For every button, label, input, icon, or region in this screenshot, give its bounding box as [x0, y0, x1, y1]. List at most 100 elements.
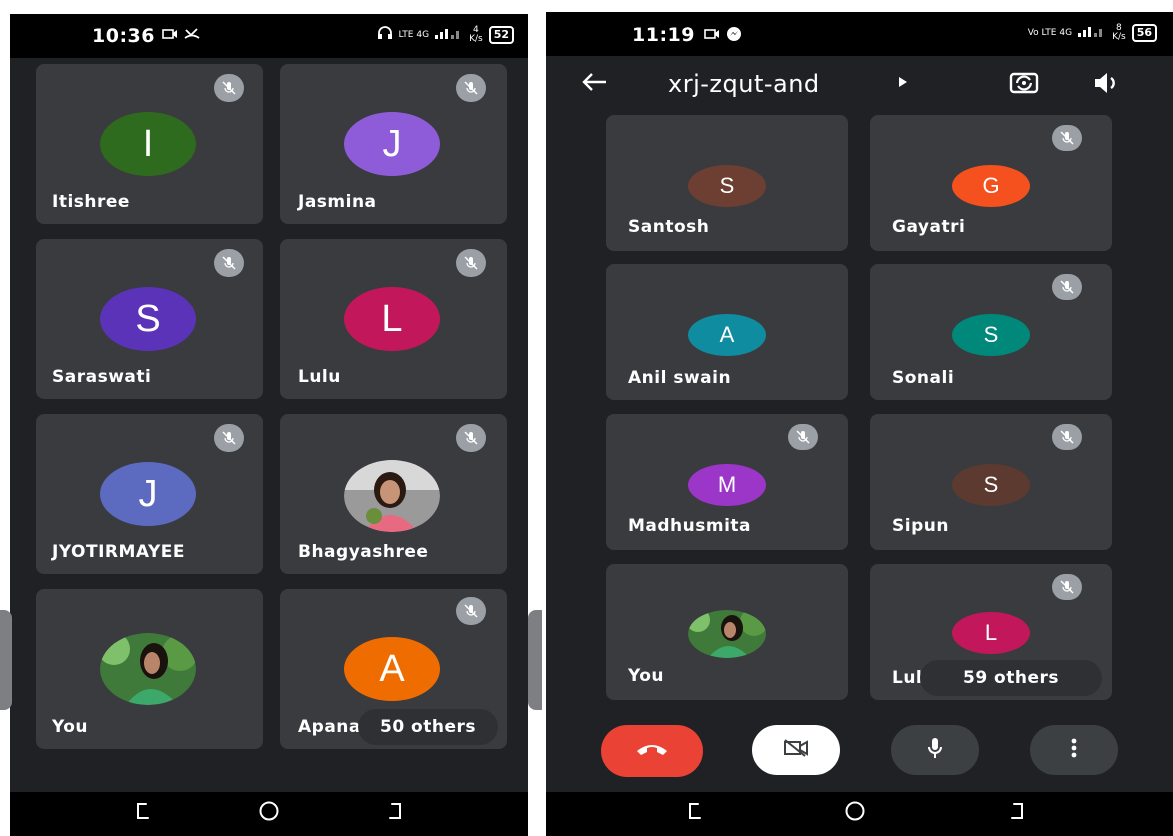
avatar: J	[100, 462, 196, 526]
mic-off-icon	[1052, 274, 1082, 300]
navigation-bar	[10, 792, 528, 836]
participant-name: You	[52, 717, 89, 737]
mic-off-icon	[456, 597, 486, 625]
mic-off-icon	[214, 249, 244, 277]
participant-name: Jasmina	[298, 192, 377, 212]
mic-off-icon	[1052, 574, 1082, 600]
status-bar: 11:19 Vo LTE 4G 8 K/s 56	[546, 12, 1173, 56]
participant-name: Anil swain	[628, 368, 732, 388]
avatar: I	[100, 112, 196, 176]
participant-name: You	[628, 666, 665, 686]
more-options-icon	[1071, 738, 1077, 762]
back-arrow-icon[interactable]	[580, 70, 608, 101]
switch-camera-icon[interactable]	[1008, 68, 1040, 102]
navigation-bar	[546, 792, 1173, 836]
participant-tile[interactable]: J Jasmina	[280, 64, 507, 224]
back-icon[interactable]	[384, 800, 406, 829]
participant-tile[interactable]: L Lulu 59 others	[870, 564, 1112, 700]
avatar: G	[952, 165, 1030, 207]
avatar: A	[688, 314, 766, 356]
avatar: J	[344, 112, 440, 176]
avatar: S	[952, 314, 1030, 356]
participant-tile[interactable]: Bhagyashree	[280, 414, 507, 574]
participant-name: Sipun	[892, 516, 949, 536]
participant-name: Itishree	[52, 192, 130, 212]
participant-tile[interactable]: S Sipun	[870, 414, 1112, 550]
participant-tile[interactable]: You	[606, 564, 848, 700]
avatar: A	[344, 637, 440, 701]
data-speed: 8 K/s	[1112, 23, 1126, 42]
participant-tile[interactable]: L Lulu	[280, 239, 507, 399]
messenger-icon	[726, 26, 742, 46]
mic-off-icon	[214, 424, 244, 452]
participant-tile[interactable]: S Santosh	[606, 115, 848, 251]
right-edge-handle	[528, 610, 542, 710]
microphone-icon	[926, 736, 944, 764]
meeting-code[interactable]: xrj-zqut-and	[668, 70, 820, 98]
recents-icon[interactable]	[132, 800, 154, 829]
expand-arrow-icon[interactable]	[898, 76, 908, 92]
participant-tile[interactable]: You	[36, 589, 263, 749]
participant-tile[interactable]: A Apana 50 others	[280, 589, 507, 749]
participant-name: Bhagyashree	[298, 542, 429, 562]
mic-off-icon	[1052, 424, 1082, 450]
home-icon[interactable]	[844, 800, 866, 829]
status-right: Vo LTE 4G 8 K/s 56	[1028, 24, 1157, 42]
participant-name: Gayatri	[892, 217, 966, 237]
signal-icon	[1078, 25, 1106, 41]
participant-tile[interactable]: S Saraswati	[36, 239, 263, 399]
mic-off-icon	[456, 74, 486, 102]
video-recording-icon	[704, 28, 720, 44]
mic-off-icon	[1052, 125, 1082, 151]
battery-indicator: 52	[488, 26, 514, 44]
recents-icon[interactable]	[684, 800, 706, 829]
participant-tile[interactable]: I Itishree	[36, 64, 263, 224]
missed-call-icon	[184, 26, 200, 44]
avatar: S	[688, 165, 766, 207]
back-icon[interactable]	[1006, 800, 1028, 829]
mic-off-icon	[456, 424, 486, 452]
participant-name: JYOTIRMAYEE	[52, 542, 185, 562]
avatar: L	[344, 287, 440, 351]
home-icon[interactable]	[258, 800, 280, 829]
participant-name: Lulu	[298, 367, 341, 387]
mic-off-icon	[788, 424, 818, 450]
battery-indicator: 56	[1131, 24, 1157, 42]
avatar: L	[952, 612, 1030, 654]
participant-name: Santosh	[628, 217, 710, 237]
avatar: S	[100, 287, 196, 351]
end-call-icon	[635, 741, 669, 761]
profile-photo	[100, 633, 196, 705]
video-recording-icon	[162, 28, 178, 44]
participant-tile[interactable]: M Madhusmita	[606, 414, 848, 550]
participant-tile[interactable]: G Gayatri	[870, 115, 1112, 251]
end-call-button[interactable]	[601, 725, 703, 777]
others-count-chip[interactable]: 59 others	[920, 660, 1102, 696]
meeting-header: xrj-zqut-and	[546, 56, 1173, 112]
avatar: M	[688, 464, 766, 506]
profile-photo	[344, 460, 440, 532]
left-phone-screen: 10:36 LTE 4G 4 K/s 52 I Itishree J Jasmi…	[10, 14, 528, 836]
microphone-button[interactable]	[891, 725, 979, 775]
camera-toggle-button[interactable]	[752, 725, 840, 775]
participant-tile[interactable]: S Sonali	[870, 264, 1112, 400]
network-label: Vo LTE 4G	[1027, 28, 1073, 38]
left-edge-handle	[0, 610, 12, 710]
participant-tile[interactable]: J JYOTIRMAYEE	[36, 414, 263, 574]
mic-off-icon	[214, 74, 244, 102]
avatar: S	[952, 464, 1030, 506]
speaker-icon[interactable]	[1091, 68, 1121, 102]
right-phone-screen: 11:19 Vo LTE 4G 8 K/s 56 xrj-zqut-and S …	[546, 12, 1173, 836]
others-count-chip[interactable]: 50 others	[358, 709, 498, 745]
data-speed: 4 K/s	[469, 25, 483, 44]
participant-name: Sonali	[892, 368, 955, 388]
status-time: 11:19	[632, 24, 695, 46]
more-options-button[interactable]	[1030, 725, 1118, 775]
participant-tile[interactable]: A Anil swain	[606, 264, 848, 400]
participant-name: Madhusmita	[628, 516, 752, 536]
headset-icon	[377, 26, 393, 44]
camera-off-icon	[783, 738, 809, 762]
status-bar: 10:36 LTE 4G 4 K/s 52	[10, 14, 528, 58]
status-time: 10:36	[92, 25, 155, 47]
profile-photo	[688, 610, 766, 658]
